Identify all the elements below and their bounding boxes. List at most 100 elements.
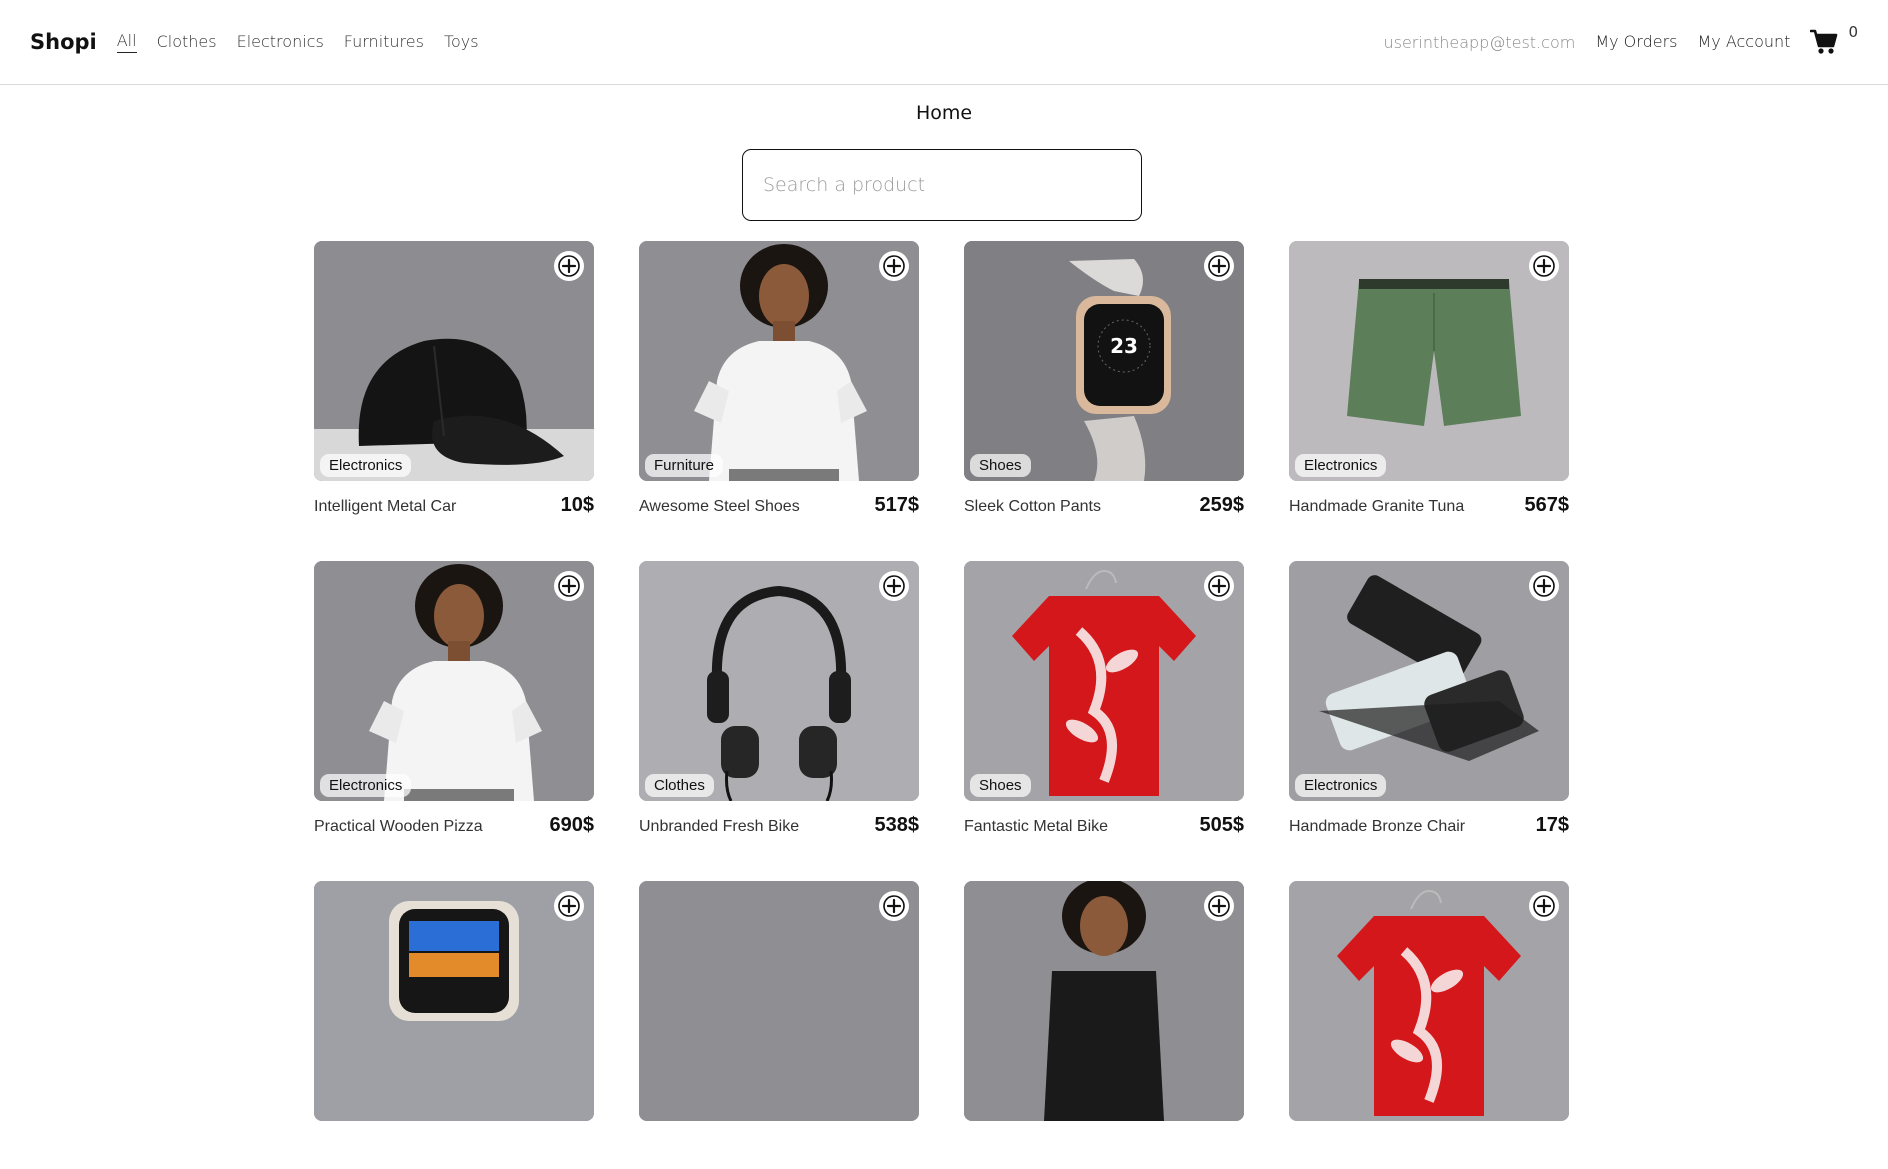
product-image[interactable] [314, 881, 594, 1121]
product-card[interactable] [639, 881, 919, 1169]
category-badge: Electronics [320, 454, 412, 477]
plus-icon [883, 895, 905, 917]
plus-icon [883, 255, 905, 277]
product-card[interactable] [964, 881, 1244, 1169]
nav-category-all[interactable]: All [116, 31, 137, 53]
add-to-cart-button[interactable] [1204, 891, 1234, 921]
product-price: 517$ [874, 494, 920, 516]
brand-logo[interactable]: Shopi [30, 30, 97, 54]
product-image[interactable]: Electronics [1289, 561, 1569, 801]
product-price: 567$ [1524, 494, 1570, 516]
product-image[interactable]: 23 Shoes [964, 241, 1244, 481]
product-info: Sleek Cotton Pants 259$ [964, 494, 1244, 517]
plus-icon [1208, 895, 1230, 917]
product-photo [964, 561, 1244, 801]
plus-icon [1208, 255, 1230, 277]
product-grid: Electronics Intelligent Metal Car 10$ Furn… [314, 241, 1570, 1169]
page-title: Home [915, 102, 973, 124]
category-badge: Shoes [970, 454, 1031, 477]
product-info: Handmade Bronze Chair 17$ [1289, 814, 1569, 837]
product-card[interactable]: Electronics Practical Wooden Pizza 690$ [314, 561, 594, 849]
product-image[interactable] [1289, 881, 1569, 1121]
plus-icon [883, 575, 905, 597]
category-badge: Electronics [320, 774, 412, 797]
category-badge: Furniture [645, 454, 724, 477]
product-card[interactable]: Furniture Awesome Steel Shoes 517$ [639, 241, 919, 529]
add-to-cart-button[interactable] [1204, 571, 1234, 601]
plus-icon [558, 575, 580, 597]
add-to-cart-button[interactable] [554, 251, 584, 281]
product-image[interactable]: Shoes [964, 561, 1244, 801]
product-photo [639, 561, 919, 801]
product-card[interactable]: Shoes Fantastic Metal Bike 505$ [964, 561, 1244, 849]
cart-count: 0 [1848, 23, 1858, 41]
nav-category-toys[interactable]: Toys [444, 32, 479, 53]
add-to-cart-button[interactable] [1529, 891, 1559, 921]
product-name: Unbranded Fresh Bike [639, 818, 800, 835]
product-photo [639, 241, 919, 481]
add-to-cart-button[interactable] [554, 891, 584, 921]
product-image[interactable]: Clothes [639, 561, 919, 801]
product-price: 690$ [549, 814, 595, 836]
product-photo [1289, 561, 1569, 801]
my-account-link[interactable]: My Account [1697, 32, 1790, 53]
product-image[interactable] [639, 881, 919, 1121]
product-card[interactable]: Electronics Intelligent Metal Car 10$ [314, 241, 594, 529]
product-card[interactable]: 23 Shoes Sleek Cotton Pants 259$ [964, 241, 1244, 529]
nav-category-clothes[interactable]: Clothes [157, 32, 217, 53]
product-name: Practical Wooden Pizza [314, 818, 483, 835]
product-photo: 23 [964, 241, 1244, 481]
search-input[interactable] [742, 149, 1142, 221]
product-name: Handmade Granite Tuna [1289, 498, 1465, 515]
product-photo [639, 881, 919, 1121]
product-name: Sleek Cotton Pants [964, 498, 1101, 515]
product-info: Intelligent Metal Car 10$ [314, 494, 594, 517]
add-to-cart-button[interactable] [1529, 571, 1559, 601]
product-card[interactable] [314, 881, 594, 1169]
cart-button[interactable]: 0 [1810, 23, 1858, 55]
svg-text:23: 23 [1110, 334, 1138, 358]
nav-left: Shopi All Clothes Electronics Furnitures… [30, 30, 479, 54]
plus-icon [1533, 895, 1555, 917]
add-to-cart-button[interactable] [879, 571, 909, 601]
product-photo [314, 881, 594, 1121]
my-orders-link[interactable]: My Orders [1595, 32, 1677, 53]
product-info: Awesome Steel Shoes 517$ [639, 494, 919, 517]
product-card[interactable]: Electronics Handmade Bronze Chair 17$ [1289, 561, 1569, 849]
cart-icon [1810, 29, 1838, 54]
product-price: 17$ [1535, 814, 1569, 836]
add-to-cart-button[interactable] [879, 891, 909, 921]
product-image[interactable] [964, 881, 1244, 1121]
product-image[interactable]: Electronics [314, 241, 594, 481]
product-name: Handmade Bronze Chair [1289, 818, 1466, 835]
product-photo [314, 241, 594, 481]
product-name: Awesome Steel Shoes [639, 498, 800, 515]
user-email: userintheapp@test.com [1383, 32, 1576, 52]
product-info: Fantastic Metal Bike 505$ [964, 814, 1244, 837]
product-price: 10$ [560, 494, 594, 516]
product-photo [1289, 881, 1569, 1121]
nav-right: userintheapp@test.com My Orders My Accou… [1383, 23, 1858, 55]
product-price: 259$ [1199, 494, 1245, 516]
plus-icon [1533, 255, 1555, 277]
product-image[interactable]: Electronics [314, 561, 594, 801]
add-to-cart-button[interactable] [1204, 251, 1234, 281]
product-card[interactable] [1289, 881, 1569, 1169]
product-info: Handmade Granite Tuna 567$ [1289, 494, 1569, 517]
add-to-cart-button[interactable] [554, 571, 584, 601]
product-image[interactable]: Electronics [1289, 241, 1569, 481]
category-badge: Shoes [970, 774, 1031, 797]
product-image[interactable]: Furniture [639, 241, 919, 481]
plus-icon [1533, 575, 1555, 597]
category-badge: Electronics [1295, 774, 1387, 797]
add-to-cart-button[interactable] [1529, 251, 1559, 281]
product-price: 505$ [1199, 814, 1245, 836]
category-badge: Electronics [1295, 454, 1387, 477]
nav-category-furnitures[interactable]: Furnitures [344, 32, 424, 53]
product-info: Unbranded Fresh Bike 538$ [639, 814, 919, 837]
product-card[interactable]: Clothes Unbranded Fresh Bike 538$ [639, 561, 919, 849]
product-card[interactable]: Electronics Handmade Granite Tuna 567$ [1289, 241, 1569, 529]
nav-category-electronics[interactable]: Electronics [237, 32, 324, 53]
navbar: Shopi All Clothes Electronics Furnitures… [0, 0, 1888, 85]
add-to-cart-button[interactable] [879, 251, 909, 281]
